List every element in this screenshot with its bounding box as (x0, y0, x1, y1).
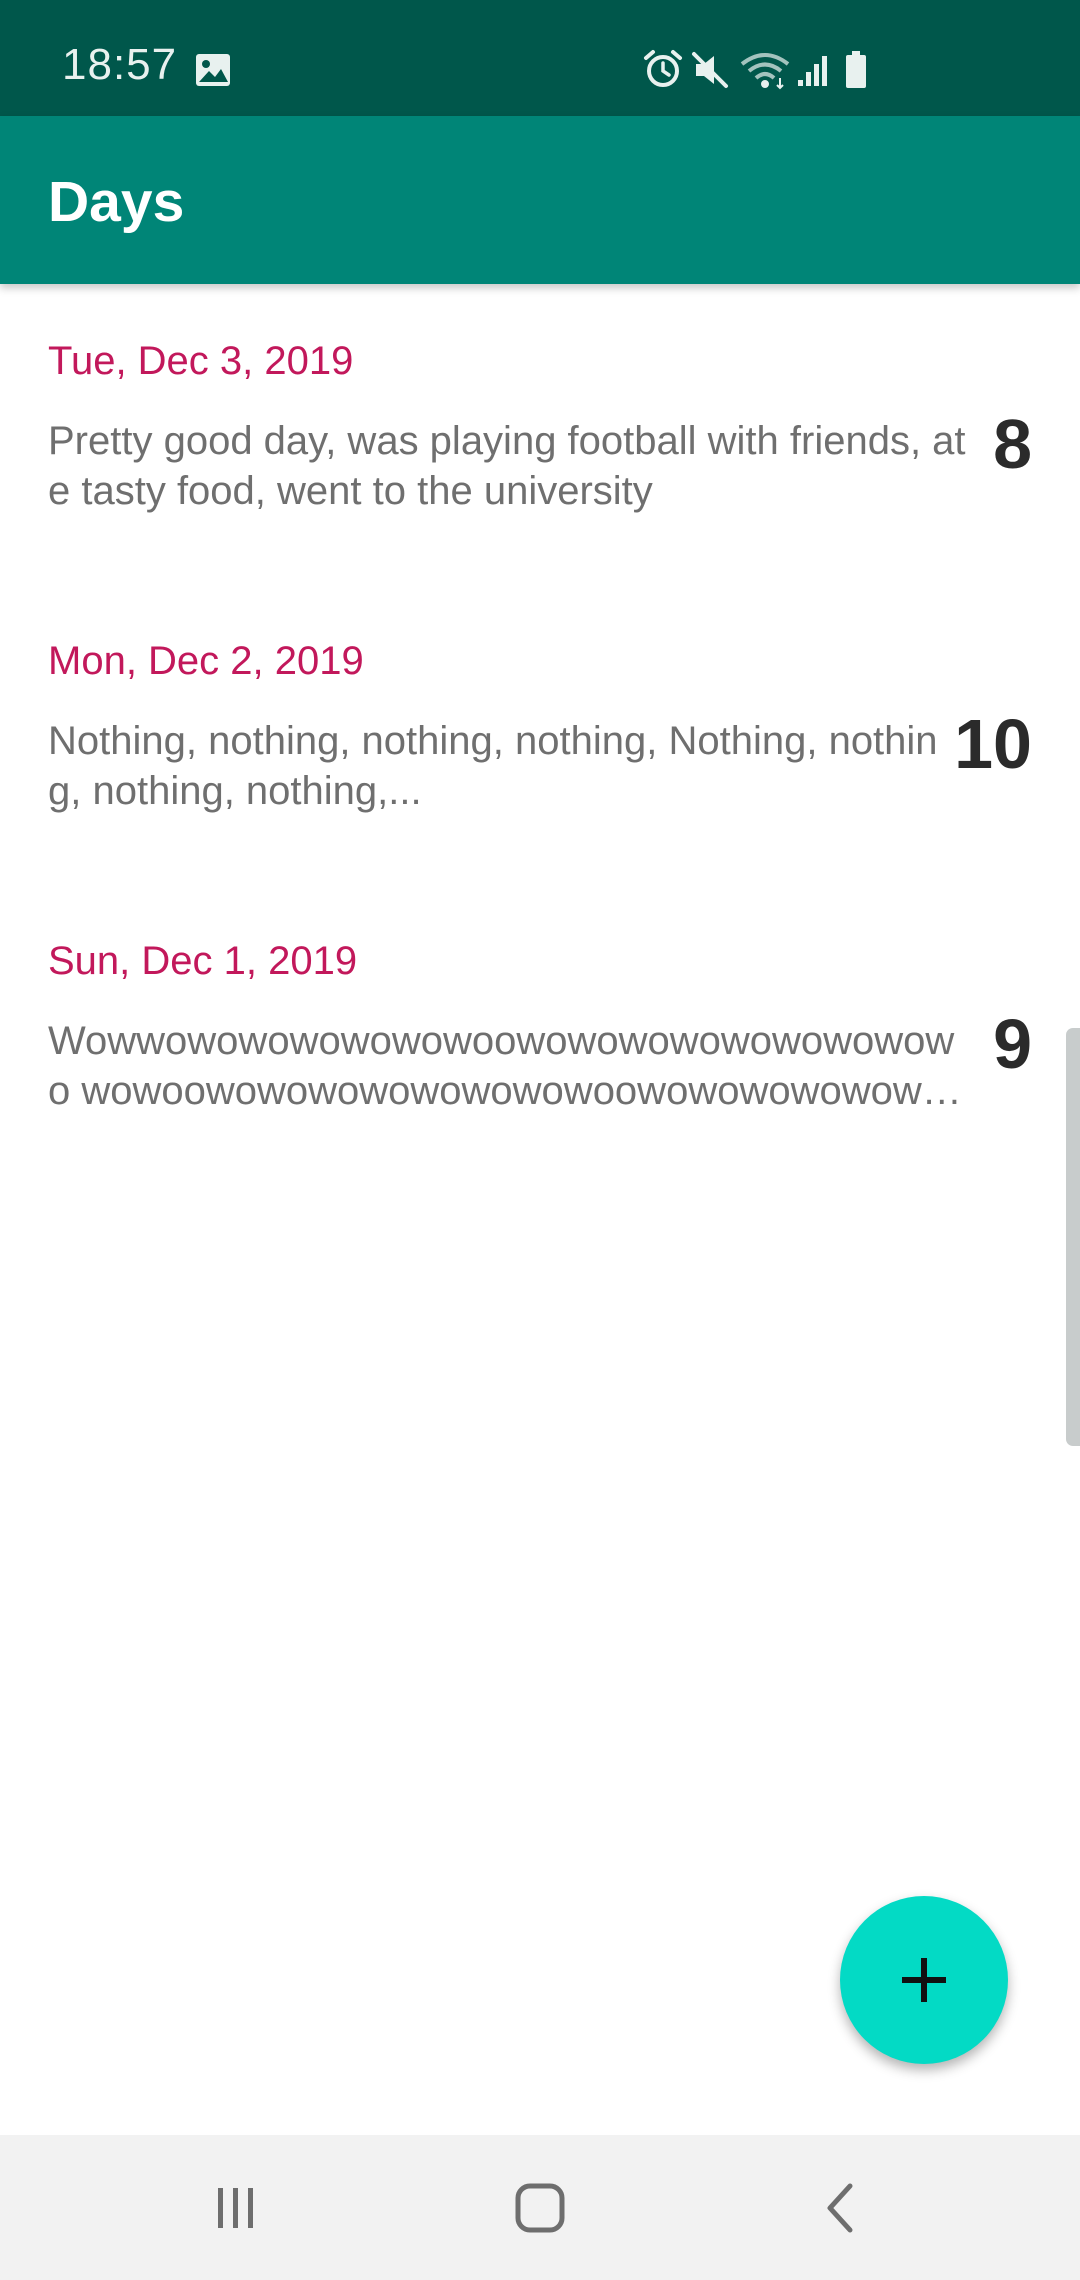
wifi-icon (740, 53, 790, 90)
plus-icon (902, 1958, 946, 2002)
day-description: Nothing, nothing, nothing, nothing, Noth… (48, 719, 938, 813)
back-button[interactable] (750, 2135, 930, 2280)
day-description: Wowwowowowowowowoowowowowowowowowowo wow… (48, 1019, 955, 1113)
home-button[interactable] (450, 2135, 630, 2280)
signal-icon (798, 56, 827, 86)
status-bar: 18:57 (0, 0, 1080, 116)
day-description: Pretty good day, was playing football wi… (48, 419, 966, 513)
day-date: Sun, Dec 1, 2019 (48, 939, 358, 983)
day-list: Tue, Dec 3, 2019 Pretty good day, was pl… (0, 284, 1080, 2134)
day-score: 10 (954, 705, 1032, 783)
day-list-item[interactable]: Sun, Dec 1, 2019 Wowwowowowowowowoowowow… (0, 884, 1080, 1184)
navigation-bar (0, 2135, 1080, 2280)
app-title: Days (48, 170, 185, 234)
battery-icon (846, 51, 866, 88)
home-icon (515, 2183, 565, 2232)
add-day-button[interactable] (840, 1896, 1008, 2064)
day-list-item[interactable]: Tue, Dec 3, 2019 Pretty good day, was pl… (0, 284, 1080, 584)
day-date: Tue, Dec 3, 2019 (48, 339, 354, 383)
day-date: Mon, Dec 2, 2019 (48, 639, 364, 683)
image-icon (196, 54, 230, 86)
day-score: 9 (993, 1005, 1032, 1083)
alarm-icon (644, 50, 682, 87)
back-icon (827, 2183, 853, 2232)
app-bar: Days (0, 116, 1080, 284)
screen: 18:57 Days Tue, Dec 3, 2019 Pretty good … (0, 0, 1080, 2280)
scrollbar-thumb[interactable] (1066, 1028, 1080, 1446)
day-score: 8 (993, 405, 1032, 483)
status-time: 18:57 (62, 40, 178, 89)
mute-icon (692, 52, 728, 88)
recent-apps-icon (218, 2187, 253, 2228)
recent-apps-button[interactable] (146, 2135, 326, 2280)
day-list-item[interactable]: Mon, Dec 2, 2019 Nothing, nothing, nothi… (0, 584, 1080, 884)
